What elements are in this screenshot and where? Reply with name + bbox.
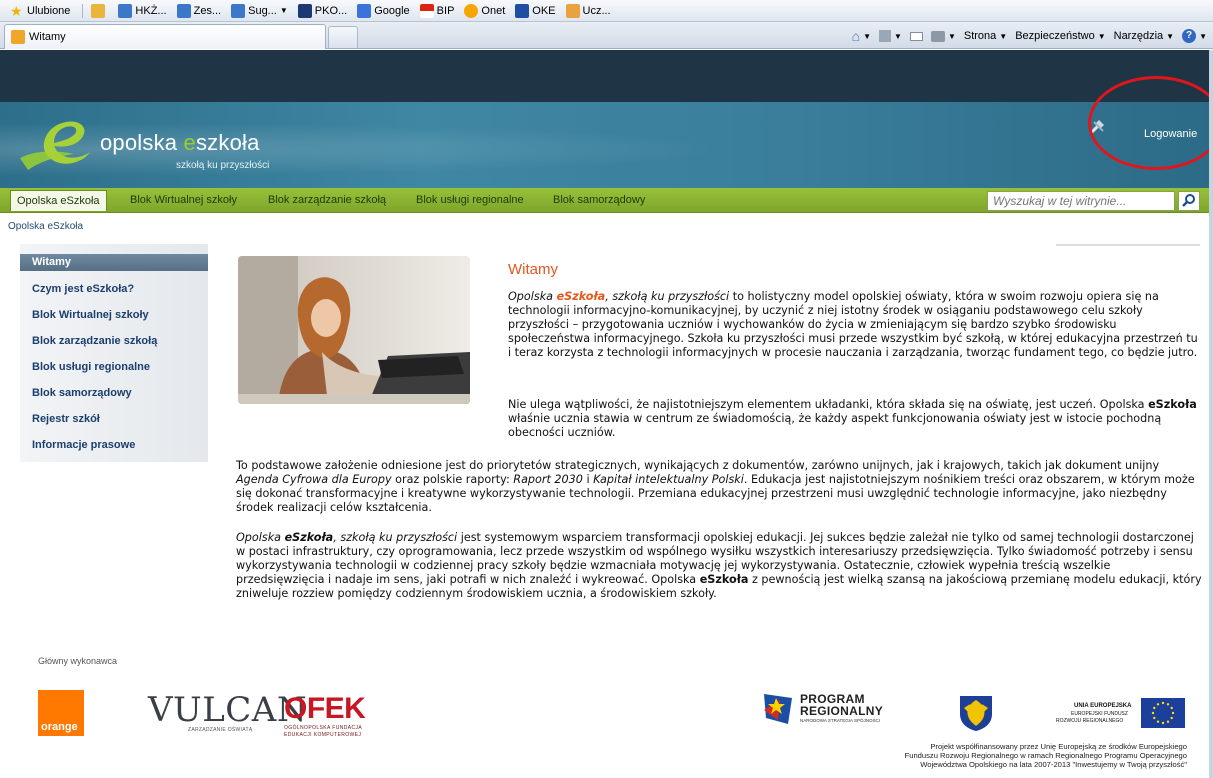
nav-item-uslugi-regionalne[interactable]: Blok usługi regionalne: [416, 194, 524, 206]
favorite-link-3[interactable]: Sug... ▼: [231, 3, 288, 18]
student-paragraph: Nie ulega wątpliwości, że najistotniejsz…: [508, 398, 1197, 439]
welcome-photo: [238, 256, 470, 404]
print-button[interactable]: ▼: [930, 30, 956, 42]
eu-title: UNIA EUROPEJSKA: [1074, 703, 1132, 709]
left-nav-item-uslugi-regionalne[interactable]: Blok usługi regionalne: [32, 361, 150, 373]
eszkola-logo-icon[interactable]: [16, 114, 96, 176]
page-menu[interactable]: Strona ▼: [964, 30, 1007, 42]
page-title: Witamy: [508, 261, 558, 278]
printer-icon: [930, 30, 945, 42]
site-search-input[interactable]: [987, 191, 1175, 211]
divider: [1056, 244, 1200, 246]
safety-menu[interactable]: Bezpieczeństwo ▼: [1015, 30, 1105, 42]
ofek-tagline-2: EDUKACJI KOMPUTEROWEJ: [284, 732, 362, 738]
mail-icon: [909, 31, 923, 41]
favorite-link-9[interactable]: Ucz...: [565, 3, 611, 18]
home-icon: ⌂: [851, 28, 861, 44]
left-nav-item-samorzadowy[interactable]: Blok samorządowy: [32, 387, 132, 399]
strategy-paragraph: To podstawowe założenie odniesione jest …: [236, 459, 1195, 514]
ofek-logo[interactable]: OFEK: [284, 692, 366, 726]
nav-item-zarzadzanie-szkola[interactable]: Blok zarządzanie szkołą: [268, 194, 386, 206]
search-icon: [1182, 194, 1195, 207]
left-nav-item-witamy[interactable]: Witamy: [20, 254, 208, 271]
onet-icon: [464, 3, 479, 18]
eu-flag-icon[interactable]: [1141, 698, 1185, 728]
site-tagline: szkołą ku przyszłości: [176, 160, 270, 171]
breadcrumb[interactable]: Opolska eSzkoła: [8, 221, 83, 232]
favorite-link-7[interactable]: Onet: [464, 3, 505, 18]
left-nav-item-zarzadzanie-szkola[interactable]: Blok zarządzanie szkołą: [32, 335, 157, 347]
add-favorite-icon[interactable]: [91, 3, 108, 18]
ofek-tagline: OGÓLNOPOLSKA FUNDACJA: [284, 725, 363, 731]
program-regionalny-icon[interactable]: [762, 690, 796, 726]
help-button[interactable]: ? ▼: [1182, 29, 1207, 43]
favorites-button[interactable]: ★ Ulubione: [10, 4, 70, 18]
rss-icon: [879, 30, 892, 42]
eu-fund-2: ROZWOJU REGIONALNEGO: [1056, 718, 1124, 724]
window-right-edge: [1209, 50, 1213, 778]
home-button[interactable]: ⌂ ▼: [852, 28, 871, 44]
feeds-button[interactable]: ▼: [879, 30, 902, 42]
opole-crest-icon[interactable]: [958, 694, 994, 732]
left-nav-panel: [20, 244, 208, 462]
search-button[interactable]: [1178, 191, 1200, 211]
tab-witamy[interactable]: Witamy: [4, 24, 326, 49]
favorite-link-4[interactable]: PKO...: [297, 3, 347, 18]
command-bar: ⌂ ▼ ▼ ▼ Strona ▼ Bezpieczeństwo ▼ Narzędzia…: [844, 26, 1207, 46]
bip-icon: [419, 3, 434, 18]
vulcan-tagline: ZARZĄDZANIE OŚWIATĄ: [188, 727, 253, 733]
pko-icon: [297, 3, 312, 18]
eu-fund-1: EUROPEJSKI FUNDUSZ: [1071, 711, 1128, 717]
help-icon: ?: [1182, 29, 1197, 43]
annotation-circle: [1088, 76, 1213, 170]
header-top-bar: [0, 50, 1213, 102]
intro-paragraph: Opolska eSzkoła, szkołą ku przyszłości t…: [508, 290, 1198, 359]
ie-page-icon: [176, 3, 191, 18]
site-title[interactable]: opolska eszkoła: [100, 130, 260, 156]
nav-item-wirtualna-szkola[interactable]: Blok Wirtualnej szkoły: [130, 194, 237, 206]
star-icon: ★: [10, 2, 23, 19]
favorites-bar: ★ Ulubione HKŻ... Zes... Sug... ▼ PKO... …: [0, 0, 1213, 22]
site-banner: opolska eszkoła szkołą ku przyszłości Lo…: [0, 102, 1213, 188]
nav-item-opolska-eszkola[interactable]: Opolska eSzkoła: [10, 190, 107, 211]
nav-item-samorzadowy[interactable]: Blok samorządowy: [553, 194, 645, 206]
site-favicon: [11, 30, 25, 44]
oke-icon: [515, 3, 530, 18]
ie-page-icon: [231, 3, 246, 18]
left-nav-item-czym-jest[interactable]: Czym jest eSzkoła?: [32, 283, 134, 295]
main-contractor-label: Główny wykonawca: [38, 656, 118, 666]
left-nav-item-wirtualna-szkola[interactable]: Blok Wirtualnej szkoły: [32, 309, 149, 321]
new-tab-button[interactable]: [328, 26, 358, 48]
favorite-link-2[interactable]: Zes...: [176, 3, 221, 18]
favorite-link-8[interactable]: OKE: [515, 3, 556, 18]
favorite-link-1[interactable]: HKŻ...: [118, 3, 167, 18]
ie-page-icon: [118, 3, 133, 18]
mail-button[interactable]: [909, 31, 923, 41]
left-nav-item-informacje-prasowe[interactable]: Informacje prasowe: [32, 439, 135, 451]
orange-logo[interactable]: orange: [38, 690, 84, 736]
cofinancing-note: Projekt współfinansowany przez Unię Euro…: [904, 742, 1187, 769]
tab-bar: Witamy ⌂ ▼ ▼ ▼ Strona ▼ Bezpieczeństwo ▼ Na…: [0, 22, 1213, 49]
transformation-paragraph: Opolska eSzkoła, szkołą ku przyszłości j…: [236, 531, 1202, 600]
tools-menu[interactable]: Narzędzia ▼: [1114, 30, 1174, 42]
favorite-link-5[interactable]: Google: [357, 3, 410, 18]
google-icon: [357, 3, 372, 18]
favorite-link-6[interactable]: BIP: [419, 3, 454, 18]
calendar-icon: [565, 3, 580, 18]
left-nav-item-rejestr-szkol[interactable]: Rejestr szkół: [32, 413, 100, 425]
program-title-2: REGIONALNY: [800, 704, 884, 718]
program-subtitle: NARODOWA STRATEGIA SPÓJNOŚCI: [800, 718, 881, 723]
